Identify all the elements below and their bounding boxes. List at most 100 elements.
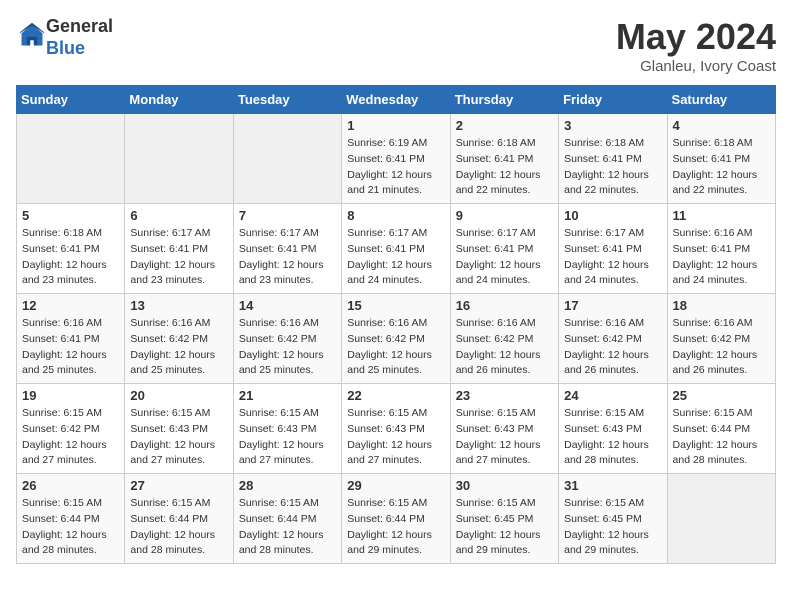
- calendar-cell: 24 Sunrise: 6:15 AMSunset: 6:43 PMDayligh…: [559, 384, 667, 474]
- day-number: 24: [564, 388, 661, 403]
- day-info: Sunrise: 6:15 AMSunset: 6:45 PMDaylight:…: [456, 496, 553, 559]
- day-info: Sunrise: 6:16 AMSunset: 6:41 PMDaylight:…: [22, 316, 119, 379]
- calendar-cell: 18 Sunrise: 6:16 AMSunset: 6:42 PMDayligh…: [667, 294, 775, 384]
- day-info: Sunrise: 6:16 AMSunset: 6:41 PMDaylight:…: [673, 226, 770, 289]
- title-block: May 2024 Glanleu, Ivory Coast: [616, 16, 776, 75]
- calendar-cell: 22 Sunrise: 6:15 AMSunset: 6:43 PMDayligh…: [342, 384, 450, 474]
- calendar-cell: 14 Sunrise: 6:16 AMSunset: 6:42 PMDayligh…: [233, 294, 341, 384]
- calendar-cell: 10Sunrise: 6:17 AMSunset: 6:41 PMDayligh…: [559, 204, 667, 294]
- day-number: 3: [564, 118, 661, 133]
- day-number: 20: [130, 388, 227, 403]
- day-number: 7: [239, 208, 336, 223]
- weekday-header-saturday: Saturday: [667, 86, 775, 114]
- day-info: Sunrise: 6:18 AMSunset: 6:41 PMDaylight:…: [564, 136, 661, 199]
- calendar-cell: 23 Sunrise: 6:15 AMSunset: 6:43 PMDayligh…: [450, 384, 558, 474]
- day-info: Sunrise: 6:17 AMSunset: 6:41 PMDaylight:…: [239, 226, 336, 289]
- day-info: Sunrise: 6:15 AMSunset: 6:44 PMDaylight:…: [673, 406, 770, 469]
- day-number: 17: [564, 298, 661, 313]
- day-info: Sunrise: 6:19 AMSunset: 6:41 PMDaylight:…: [347, 136, 444, 199]
- week-row-5: 26 Sunrise: 6:15 AMSunset: 6:44 PMDayligh…: [17, 474, 776, 564]
- calendar-cell: 1 Sunrise: 6:19 AMSunset: 6:41 PMDaylight…: [342, 114, 450, 204]
- day-info: Sunrise: 6:18 AMSunset: 6:41 PMDaylight:…: [22, 226, 119, 289]
- day-info: Sunrise: 6:17 AMSunset: 6:41 PMDaylight:…: [347, 226, 444, 289]
- calendar-cell: 5 Sunrise: 6:18 AMSunset: 6:41 PMDaylight…: [17, 204, 125, 294]
- day-info: Sunrise: 6:16 AMSunset: 6:42 PMDaylight:…: [564, 316, 661, 379]
- calendar-cell: [233, 114, 341, 204]
- day-number: 6: [130, 208, 227, 223]
- calendar-cell: 31Sunrise: 6:15 AMSunset: 6:45 PMDayligh…: [559, 474, 667, 564]
- calendar-cell: 20 Sunrise: 6:15 AMSunset: 6:43 PMDayligh…: [125, 384, 233, 474]
- day-number: 19: [22, 388, 119, 403]
- weekday-header-thursday: Thursday: [450, 86, 558, 114]
- day-info: Sunrise: 6:16 AMSunset: 6:42 PMDaylight:…: [239, 316, 336, 379]
- day-info: Sunrise: 6:15 AMSunset: 6:43 PMDaylight:…: [564, 406, 661, 469]
- logo: General Blue: [16, 16, 113, 59]
- calendar-cell: 13Sunrise: 6:16 AMSunset: 6:42 PMDayligh…: [125, 294, 233, 384]
- day-number: 22: [347, 388, 444, 403]
- calendar-body: 1 Sunrise: 6:19 AMSunset: 6:41 PMDaylight…: [17, 114, 776, 564]
- calendar-cell: [667, 474, 775, 564]
- day-number: 10: [564, 208, 661, 223]
- calendar-cell: [17, 114, 125, 204]
- day-info: Sunrise: 6:15 AMSunset: 6:43 PMDaylight:…: [456, 406, 553, 469]
- calendar-cell: [125, 114, 233, 204]
- day-number: 5: [22, 208, 119, 223]
- day-number: 18: [673, 298, 770, 313]
- day-number: 14: [239, 298, 336, 313]
- day-info: Sunrise: 6:15 AMSunset: 6:44 PMDaylight:…: [22, 496, 119, 559]
- week-row-3: 12 Sunrise: 6:16 AMSunset: 6:41 PMDayligh…: [17, 294, 776, 384]
- day-info: Sunrise: 6:15 AMSunset: 6:43 PMDaylight:…: [239, 406, 336, 469]
- day-number: 13: [130, 298, 227, 313]
- calendar-cell: 15Sunrise: 6:16 AMSunset: 6:42 PMDayligh…: [342, 294, 450, 384]
- calendar-cell: 12 Sunrise: 6:16 AMSunset: 6:41 PMDayligh…: [17, 294, 125, 384]
- day-info: Sunrise: 6:16 AMSunset: 6:42 PMDaylight:…: [456, 316, 553, 379]
- day-number: 1: [347, 118, 444, 133]
- calendar-table: SundayMondayTuesdayWednesdayThursdayFrid…: [16, 85, 776, 564]
- calendar-cell: 8 Sunrise: 6:17 AMSunset: 6:41 PMDaylight…: [342, 204, 450, 294]
- day-info: Sunrise: 6:18 AMSunset: 6:41 PMDaylight:…: [456, 136, 553, 199]
- day-number: 26: [22, 478, 119, 493]
- day-info: Sunrise: 6:15 AMSunset: 6:43 PMDaylight:…: [130, 406, 227, 469]
- day-number: 8: [347, 208, 444, 223]
- day-number: 30: [456, 478, 553, 493]
- day-info: Sunrise: 6:17 AMSunset: 6:41 PMDaylight:…: [130, 226, 227, 289]
- day-number: 12: [22, 298, 119, 313]
- calendar-cell: 3 Sunrise: 6:18 AMSunset: 6:41 PMDaylight…: [559, 114, 667, 204]
- day-number: 28: [239, 478, 336, 493]
- logo-icon: [18, 21, 46, 49]
- calendar-cell: 30 Sunrise: 6:15 AMSunset: 6:45 PMDayligh…: [450, 474, 558, 564]
- day-number: 23: [456, 388, 553, 403]
- weekday-header-monday: Monday: [125, 86, 233, 114]
- day-info: Sunrise: 6:15 AMSunset: 6:44 PMDaylight:…: [130, 496, 227, 559]
- day-info: Sunrise: 6:15 AMSunset: 6:43 PMDaylight:…: [347, 406, 444, 469]
- location: Glanleu, Ivory Coast: [616, 58, 776, 75]
- day-info: Sunrise: 6:17 AMSunset: 6:41 PMDaylight:…: [456, 226, 553, 289]
- calendar-cell: 7 Sunrise: 6:17 AMSunset: 6:41 PMDaylight…: [233, 204, 341, 294]
- day-number: 9: [456, 208, 553, 223]
- calendar-cell: 9 Sunrise: 6:17 AMSunset: 6:41 PMDaylight…: [450, 204, 558, 294]
- day-info: Sunrise: 6:15 AMSunset: 6:42 PMDaylight:…: [22, 406, 119, 469]
- calendar-cell: 17 Sunrise: 6:16 AMSunset: 6:42 PMDayligh…: [559, 294, 667, 384]
- calendar-cell: 27 Sunrise: 6:15 AMSunset: 6:44 PMDayligh…: [125, 474, 233, 564]
- calendar-cell: 2Sunrise: 6:18 AMSunset: 6:41 PMDaylight…: [450, 114, 558, 204]
- calendar-cell: 4 Sunrise: 6:18 AMSunset: 6:41 PMDaylight…: [667, 114, 775, 204]
- day-info: Sunrise: 6:15 AMSunset: 6:45 PMDaylight:…: [564, 496, 661, 559]
- week-row-4: 19 Sunrise: 6:15 AMSunset: 6:42 PMDayligh…: [17, 384, 776, 474]
- logo-text: General Blue: [46, 16, 113, 59]
- page-header: General Blue May 2024 Glanleu, Ivory Coa…: [16, 16, 776, 75]
- calendar-cell: 11Sunrise: 6:16 AMSunset: 6:41 PMDayligh…: [667, 204, 775, 294]
- day-number: 4: [673, 118, 770, 133]
- weekday-header-wednesday: Wednesday: [342, 86, 450, 114]
- day-number: 15: [347, 298, 444, 313]
- calendar-cell: 16Sunrise: 6:16 AMSunset: 6:42 PMDayligh…: [450, 294, 558, 384]
- day-info: Sunrise: 6:18 AMSunset: 6:41 PMDaylight:…: [673, 136, 770, 199]
- day-number: 29: [347, 478, 444, 493]
- week-row-1: 1 Sunrise: 6:19 AMSunset: 6:41 PMDaylight…: [17, 114, 776, 204]
- calendar-header-row: SundayMondayTuesdayWednesdayThursdayFrid…: [17, 86, 776, 114]
- day-number: 27: [130, 478, 227, 493]
- calendar-cell: 25Sunrise: 6:15 AMSunset: 6:44 PMDayligh…: [667, 384, 775, 474]
- calendar-cell: 29Sunrise: 6:15 AMSunset: 6:44 PMDayligh…: [342, 474, 450, 564]
- day-info: Sunrise: 6:16 AMSunset: 6:42 PMDaylight:…: [673, 316, 770, 379]
- week-row-2: 5 Sunrise: 6:18 AMSunset: 6:41 PMDaylight…: [17, 204, 776, 294]
- day-number: 21: [239, 388, 336, 403]
